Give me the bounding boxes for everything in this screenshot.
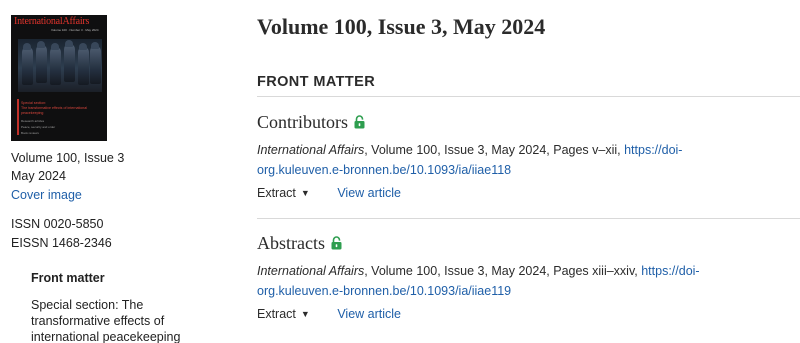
view-article-link[interactable]: View article — [337, 186, 401, 200]
caret-down-icon: ▼ — [300, 309, 310, 319]
journal-cover-image[interactable]: InternationalAffairs Volume 100 · Number… — [11, 15, 107, 141]
cover-photo — [18, 39, 102, 92]
section-divider — [257, 96, 800, 97]
toc-item-special-section[interactable]: Special section: The transformative effe… — [31, 297, 201, 343]
cover-special-title: The transformative effects of internatio… — [21, 106, 88, 115]
cover-image-link[interactable]: Cover image — [11, 186, 82, 204]
cover-extra-line: Book reviews — [21, 131, 39, 135]
view-article-link[interactable]: View article — [337, 307, 401, 321]
article-title-link[interactable]: Contributors — [257, 112, 348, 132]
section-heading-front-matter: FRONT MATTER — [257, 74, 376, 90]
citation-details: , Volume 100, Issue 3, May 2024, Pages v… — [364, 143, 625, 157]
cover-extra-line: Research articles — [21, 119, 45, 123]
article-citation: International Affairs, Volume 100, Issue… — [257, 261, 767, 301]
toc-heading-front-matter[interactable]: Front matter — [31, 271, 105, 285]
sidebar-date: May 2024 — [11, 169, 66, 183]
page-title: Volume 100, Issue 3, May 2024 — [257, 14, 546, 39]
sidebar-eissn: EISSN 1468-2346 — [11, 236, 112, 250]
cover-extra-line: Peace, security and order — [21, 125, 56, 129]
article-title-link[interactable]: Abstracts — [257, 233, 325, 253]
journal-name: International Affairs — [257, 264, 365, 278]
open-lock-icon — [331, 234, 342, 250]
journal-name: International Affairs — [257, 143, 365, 157]
article-divider — [257, 218, 800, 219]
open-lock-icon — [354, 113, 365, 129]
extract-toggle[interactable]: Extract ▼ — [257, 307, 310, 321]
article-citation: International Affairs, Volume 100, Issue… — [257, 140, 767, 180]
cover-special-heading: Special section: — [21, 101, 47, 105]
issue-main-content: Volume 100, Issue 3, May 2024 FRONT MATT… — [257, 0, 800, 343]
sidebar-volume-issue: Volume 100, Issue 3 — [11, 151, 125, 165]
extract-toggle[interactable]: Extract ▼ — [257, 186, 310, 200]
cover-issue-line: Volume 100 · Number 3 · May 2024 — [51, 28, 99, 32]
extract-label: Extract — [257, 307, 296, 321]
issue-sidebar: InternationalAffairs Volume 100 · Number… — [0, 0, 215, 343]
citation-details: , Volume 100, Issue 3, May 2024, Pages x… — [364, 264, 642, 278]
sidebar-issn: ISSN 0020-5850 — [11, 217, 104, 231]
extract-label: Extract — [257, 186, 296, 200]
caret-down-icon: ▼ — [300, 188, 310, 198]
cover-masthead: InternationalAffairs — [14, 16, 90, 27]
cover-red-bar — [17, 99, 19, 135]
